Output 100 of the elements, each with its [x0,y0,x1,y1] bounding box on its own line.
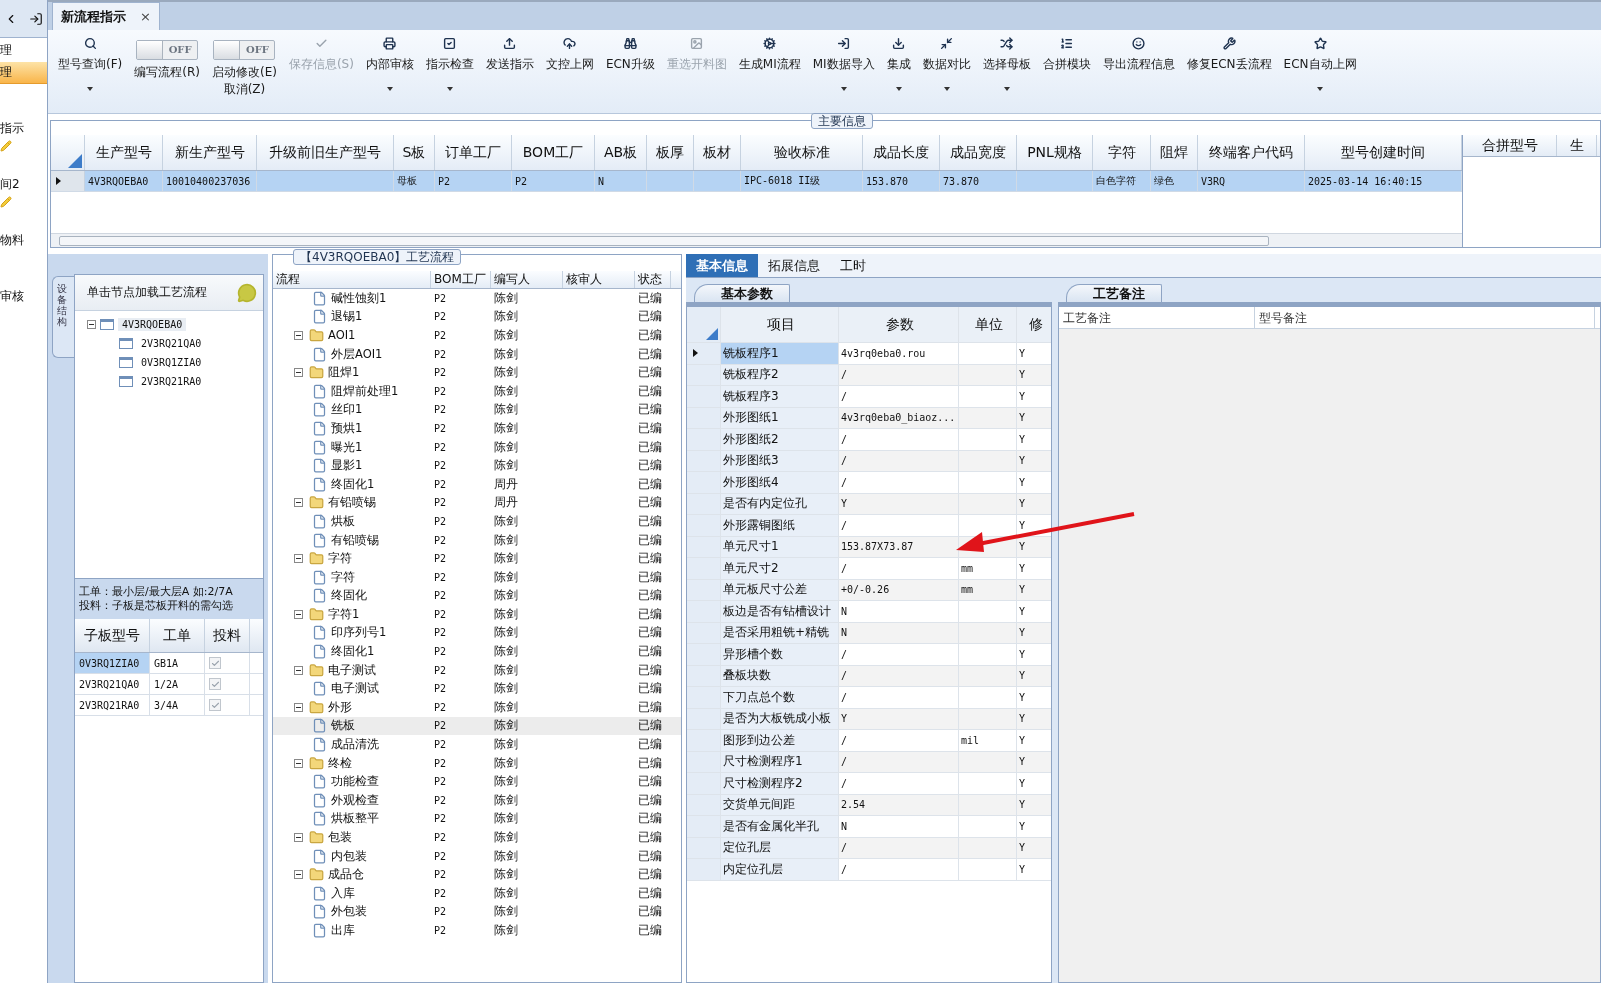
column-header[interactable]: 成品长度 [863,135,940,170]
toolbar-button[interactable]: 合拼模块 [1036,32,1097,111]
column-header[interactable]: S板 [394,135,435,170]
column-header[interactable]: 状态 [635,271,671,288]
column-header[interactable]: 生产型号 [85,135,163,170]
checkbox[interactable] [209,657,221,669]
tree-node[interactable]: 2V3RQ21RA0 [137,375,206,388]
column-header[interactable]: 编写人 [491,271,563,288]
table-cell: / [839,687,959,708]
vertical-tab[interactable]: 设备结构 [52,276,74,358]
toolbar-button[interactable]: 发送指示 [479,32,540,111]
column-header[interactable]: 型号备注 [1255,307,1595,328]
collapse-icon[interactable] [294,702,303,712]
column-header[interactable]: 参数 [839,307,959,342]
column-header[interactable]: 验收标准 [741,135,863,170]
tab[interactable]: 工时 [830,254,876,277]
column-header[interactable]: 单位 [959,307,1017,342]
table-cell: 已编 [638,513,662,529]
collapse-icon[interactable] [294,833,303,842]
tab[interactable]: 基本信息 [686,254,758,277]
toolbar-button[interactable]: 内部审核 [359,32,420,111]
file-icon [312,383,327,399]
row-header[interactable] [687,343,721,364]
step-label: 功能检查 [331,774,379,790]
table-cell: P2 [434,794,447,806]
toolbar-button[interactable]: 选择母板 [976,32,1037,111]
column-header[interactable]: 板厚 [647,135,694,170]
table-cell[interactable]: 0V3RQ1ZIA0 [75,653,150,673]
collapse-icon[interactable] [294,331,303,340]
file-icon [312,402,327,418]
tree-node[interactable]: 2V3RQ21QA0 [137,337,206,350]
table-cell: 外形露铜图纸 [721,515,839,536]
toolbar-button[interactable]: 数据对比 [916,32,977,111]
column-header[interactable]: 核审人 [563,271,635,288]
step-label: 内包装 [331,848,367,864]
column-header[interactable]: 终端客户代码 [1198,135,1305,170]
column-header[interactable]: 新生产型号 [163,135,257,170]
collapse-icon[interactable] [294,609,303,619]
toolbar-button[interactable]: 指示检查 [419,32,480,111]
toolbar-button[interactable]: MI数据导入 [806,32,881,111]
column-header[interactable]: 字符 [1093,135,1151,170]
file-icon [312,309,327,325]
table-cell: 已编 [638,476,662,492]
collapse-icon[interactable] [87,320,96,329]
collapse-icon[interactable] [294,870,303,880]
column-header[interactable]: 子板型号 [75,619,150,652]
column-header[interactable]: 合拼型号 [1463,135,1557,156]
toolbar-button[interactable]: 修复ECN丢流程 [1180,32,1278,111]
collapse-icon[interactable] [294,498,303,508]
column-header[interactable]: 板材 [694,135,741,170]
column-header[interactable]: 修 [1017,307,1051,342]
column-header[interactable]: BOM工厂 [512,135,595,170]
tab[interactable]: 拓展信息 [758,254,830,277]
toolbar-button[interactable]: 集成 [880,32,917,111]
column-header[interactable]: 项目 [721,307,839,342]
tab[interactable]: 工艺备注 [1066,284,1162,302]
column-header[interactable]: 流程 [273,271,431,288]
toolbar-button[interactable]: 文控上网 [539,32,600,111]
toolbar-button[interactable]: ECN升级 [599,32,661,111]
column-header[interactable]: 型号创建时间 [1305,135,1462,170]
tab[interactable]: 基本参数 [694,284,790,302]
close-icon[interactable]: × [140,9,151,24]
file-icon [312,458,327,474]
table-row[interactable]: 4V3RQOEBA0 10010400237036 母板 P2 P2 N IPC-6018 II级 153.870 73.870 白色字符 绿色 V3RQ 2025-03-14 16:40:15 [51,171,1462,192]
toolbar-button[interactable]: 导出流程信息 [1096,32,1181,111]
sidebar-item[interactable]: 理 [0,62,47,84]
column-header[interactable]: 工艺备注 [1059,307,1255,328]
column-header[interactable]: 生 [1557,135,1597,156]
file-icon [312,885,327,901]
login-icon[interactable] [29,11,43,26]
table-cell[interactable]: 2V3RQ21RA0 [75,695,150,715]
collapse-icon[interactable] [294,554,303,564]
column-header[interactable]: 升级前旧生产型号 [257,135,394,170]
tree-node[interactable]: 4V3RQOEBA0 [118,318,187,331]
column-header[interactable]: 订单工厂 [435,135,512,170]
toolbar-button[interactable]: 型号查询(F) [52,32,129,111]
column-header[interactable]: AB板 [595,135,647,170]
column-header[interactable]: 投料 [205,619,250,652]
table-cell: 3/4A [150,695,205,715]
collapse-icon[interactable] [294,368,303,378]
tree-node[interactable]: 0V3RQ1ZIA0 [137,356,206,369]
collapse-icon[interactable] [294,665,303,675]
table-cell[interactable]: 2V3RQ21QA0 [75,674,150,694]
column-header[interactable]: 成品宽度 [940,135,1017,170]
toggle-switch[interactable]: OFF [213,40,276,60]
column-header[interactable]: PNL规格 [1017,135,1093,170]
toolbar-button[interactable]: 生成MI流程 [732,32,807,111]
table-cell: 陈剑 [494,830,518,845]
table-cell: P2 [434,460,447,472]
column-header[interactable]: 工单 [150,619,205,652]
toolbar-button[interactable]: ECN自动上网 [1277,32,1363,111]
checkbox[interactable] [209,678,221,690]
column-header[interactable]: 阻焊 [1151,135,1198,170]
toggle-switch[interactable]: OFF [136,40,199,60]
collapse-icon[interactable] [294,758,303,768]
file-icon [312,644,327,660]
column-header[interactable]: BOM工厂 [431,271,491,288]
checkbox[interactable] [209,699,221,711]
document-tab[interactable]: 新流程指示 × [52,2,160,30]
scrollbar-thumb[interactable] [59,235,1269,246]
